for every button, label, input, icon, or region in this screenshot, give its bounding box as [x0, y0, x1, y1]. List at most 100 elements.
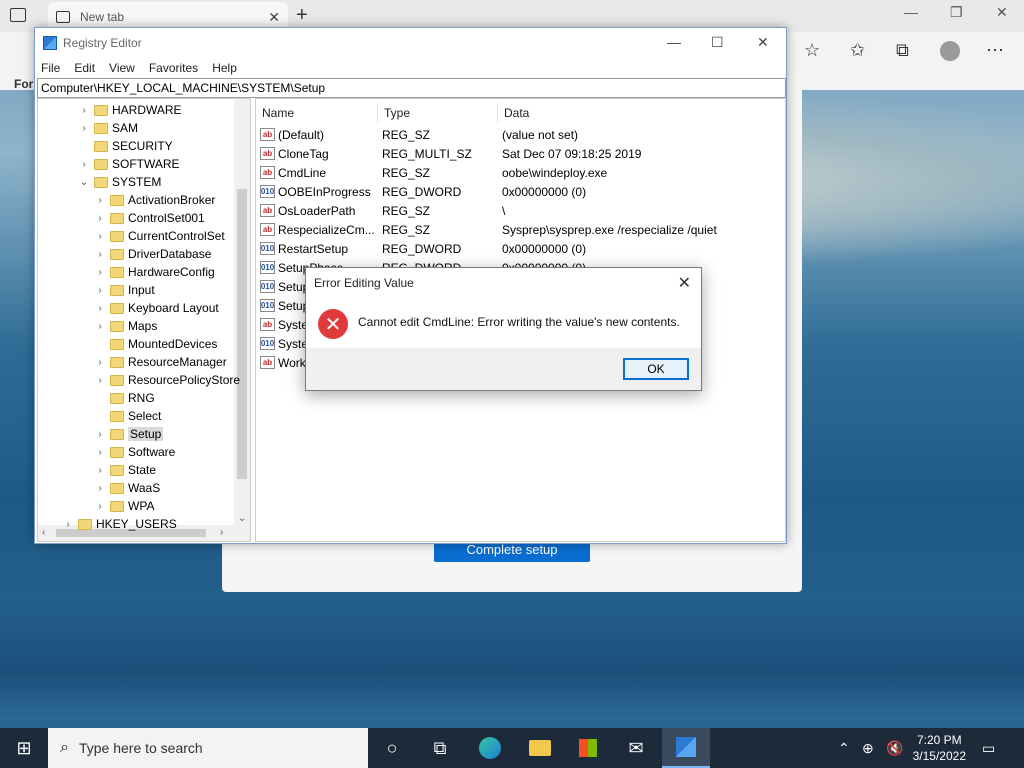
show-hidden-icons[interactable]: ⌃ — [838, 728, 850, 768]
profile-avatar[interactable] — [940, 41, 960, 61]
expand-chevron-icon[interactable]: › — [94, 321, 106, 332]
tree-item-currentcontrolset[interactable]: › CurrentControlSet — [94, 227, 224, 245]
file-explorer-icon[interactable] — [516, 728, 564, 768]
more-icon[interactable]: ⋯ — [986, 40, 1004, 61]
tree-item-security[interactable]: SECURITY — [78, 137, 173, 155]
close-icon[interactable]: ✕ — [757, 34, 769, 51]
column-header-type[interactable]: Type — [378, 103, 498, 123]
tree-item-select[interactable]: Select — [94, 407, 161, 425]
close-icon[interactable]: ✕ — [678, 273, 691, 293]
menu-favorites[interactable]: Favorites — [149, 61, 198, 75]
expand-chevron-icon[interactable]: › — [94, 267, 106, 278]
tree-item-rng[interactable]: RNG — [94, 389, 155, 407]
tree-item-waas[interactable]: › WaaS — [94, 479, 160, 497]
menu-edit[interactable]: Edit — [74, 61, 95, 75]
minimize-icon[interactable]: — — [667, 34, 681, 50]
favorites-icon[interactable]: ✩ — [850, 40, 865, 61]
tree-item-setup[interactable]: › Setup — [94, 425, 164, 443]
maximize-icon[interactable]: ☐ — [711, 34, 724, 51]
windows-start-icon[interactable]: ⊞ — [0, 728, 48, 768]
new-tab-button[interactable]: + — [296, 4, 308, 27]
tree-item-activationbroker[interactable]: › ActivationBroker — [94, 191, 215, 209]
registry-editor-taskbar-icon[interactable] — [662, 728, 710, 768]
expand-chevron-icon[interactable]: › — [94, 213, 106, 224]
close-icon[interactable]: ✕ — [996, 4, 1008, 21]
notifications-icon[interactable]: ▭ — [982, 728, 995, 768]
value-row[interactable]: ab RespecializeCm... — [260, 220, 375, 239]
tree-vertical-scrollbar[interactable]: ⌄ — [234, 99, 250, 526]
tree-item-controlset001[interactable]: › ControlSet001 — [94, 209, 204, 227]
value-row[interactable]: 010 Setup — [260, 296, 309, 315]
cortana-icon[interactable]: ○ — [368, 728, 416, 768]
expand-chevron-icon[interactable]: › — [94, 357, 106, 368]
ok-button[interactable]: OK — [623, 358, 689, 380]
scroll-left-icon[interactable]: ‹ — [42, 527, 45, 538]
tree-item-maps[interactable]: › Maps — [94, 317, 157, 335]
tab-actions-icon[interactable] — [10, 8, 26, 22]
tree-item-sam[interactable]: › SAM — [78, 119, 138, 137]
value-row[interactable]: ab CloneTag — [260, 144, 329, 163]
value-row[interactable]: 010 Setup — [260, 277, 309, 296]
tree-item-hkey-users[interactable]: › HKEY_USERS — [62, 515, 176, 533]
expand-chevron-icon[interactable]: › — [94, 195, 106, 206]
value-row[interactable]: ab Syste — [260, 315, 308, 334]
tree-item-software[interactable]: › SOFTWARE — [78, 155, 179, 173]
expand-chevron-icon[interactable]: › — [94, 303, 106, 314]
tree-item-input[interactable]: › Input — [94, 281, 154, 299]
scroll-thumb[interactable] — [237, 189, 247, 479]
network-icon[interactable]: ⊕ — [862, 728, 874, 768]
add-favorite-icon[interactable]: ☆ — [804, 40, 820, 61]
edge-browser-icon[interactable] — [466, 728, 514, 768]
expand-chevron-icon[interactable]: › — [94, 483, 106, 494]
tree-item-mounteddevices[interactable]: MountedDevices — [94, 335, 217, 353]
expand-chevron-icon[interactable]: › — [94, 285, 106, 296]
value-row[interactable]: ab CmdLine — [260, 163, 326, 182]
expand-chevron-icon[interactable]: › — [94, 231, 106, 242]
volume-muted-icon[interactable]: 🔇 — [886, 728, 903, 768]
expand-chevron-icon[interactable]: › — [94, 465, 106, 476]
tree-item-hardwareconfig[interactable]: › HardwareConfig — [94, 263, 214, 281]
expand-chevron-icon[interactable]: › — [62, 519, 74, 530]
tree-item-software[interactable]: › Software — [94, 443, 175, 461]
menu-view[interactable]: View — [109, 61, 135, 75]
column-header-data[interactable]: Data — [498, 103, 785, 123]
address-bar[interactable]: Computer\HKEY_LOCAL_MACHINE\SYSTEM\Setup — [37, 78, 786, 98]
scroll-right-icon[interactable]: › — [220, 527, 223, 538]
scroll-down-icon[interactable]: ⌄ — [238, 513, 246, 524]
expand-chevron-icon[interactable]: › — [78, 105, 90, 116]
tree-item-driverdatabase[interactable]: › DriverDatabase — [94, 245, 211, 263]
system-clock[interactable]: 7:20 PM 3/15/2022 — [913, 732, 966, 764]
value-row[interactable]: ab (Default) — [260, 125, 324, 144]
tree-item-resourcepolicystore[interactable]: › ResourcePolicyStore — [94, 371, 240, 389]
minimize-icon[interactable]: — — [904, 4, 918, 20]
expand-chevron-icon[interactable]: ⌄ — [78, 177, 90, 188]
expand-chevron-icon[interactable]: › — [94, 429, 106, 440]
value-row[interactable]: 010 Syste — [260, 334, 308, 353]
taskbar-search-box[interactable]: ⌕ Type here to search — [48, 728, 368, 768]
expand-chevron-icon[interactable]: › — [78, 123, 90, 134]
tree-item-hardware[interactable]: › HARDWARE — [78, 101, 181, 119]
tab-close-icon[interactable]: ✕ — [268, 9, 280, 26]
tree-item-wpa[interactable]: › WPA — [94, 497, 154, 515]
expand-chevron-icon[interactable]: › — [94, 501, 106, 512]
menu-help[interactable]: Help — [212, 61, 237, 75]
value-row[interactable]: 010 RestartSetup — [260, 239, 348, 258]
collections-icon[interactable]: ⧉ — [896, 40, 909, 61]
column-header-name[interactable]: Name — [256, 103, 378, 123]
expand-chevron-icon[interactable]: › — [94, 447, 106, 458]
menu-file[interactable]: File — [41, 61, 60, 75]
value-row[interactable]: ab Work — [260, 353, 306, 372]
expand-chevron-icon[interactable]: › — [94, 375, 106, 386]
expand-chevron-icon[interactable]: › — [94, 249, 106, 260]
microsoft-store-icon[interactable] — [564, 728, 612, 768]
tree-item-keyboard-layout[interactable]: › Keyboard Layout — [94, 299, 218, 317]
restore-icon[interactable]: ❐ — [950, 4, 963, 21]
mail-icon[interactable]: ✉ — [612, 728, 660, 768]
expand-chevron-icon[interactable]: › — [78, 159, 90, 170]
task-view-icon[interactable]: ⧉ — [416, 728, 464, 768]
tree-item-resourcemanager[interactable]: › ResourceManager — [94, 353, 226, 371]
tree-item-system[interactable]: ⌄ SYSTEM — [78, 173, 162, 191]
value-row[interactable]: 010 OOBEInProgress — [260, 182, 371, 201]
value-row[interactable]: ab OsLoaderPath — [260, 201, 355, 220]
tree-item-state[interactable]: › State — [94, 461, 156, 479]
